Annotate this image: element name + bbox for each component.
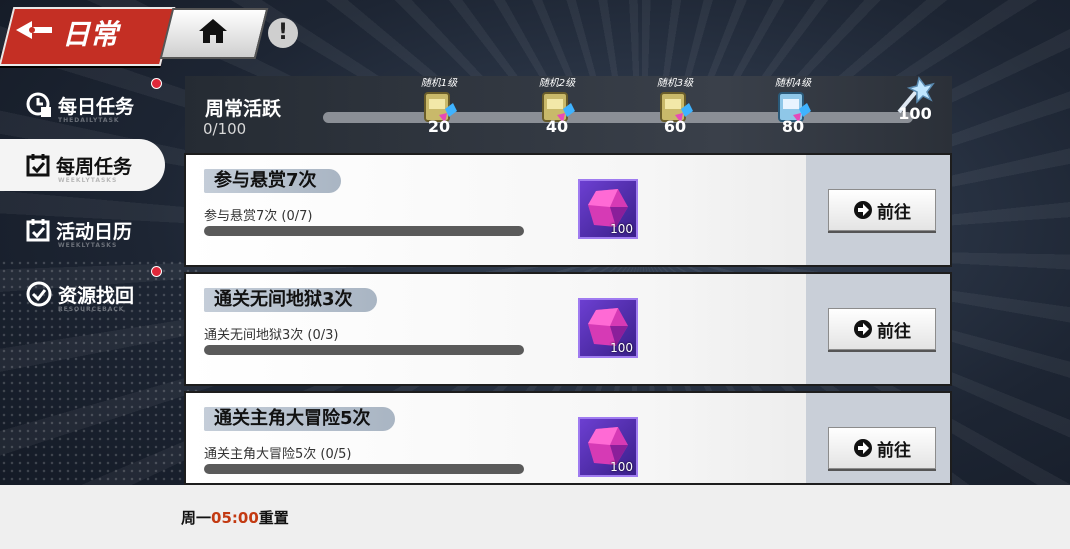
exclamation-icon: ! — [277, 20, 289, 45]
task-row: 通关主角大冒险5次 通关主角大冒险5次 (0/5) 100 前往 — [184, 391, 952, 485]
notification-dot — [151, 266, 162, 277]
weekly-activity-panel: 周常活跃 0/100 随机1级 20 随机2级 40 随机3级 60 随机4级 … — [185, 76, 952, 153]
check-circle-icon — [26, 281, 52, 307]
milestone-staff[interactable]: 100 — [885, 74, 945, 123]
milestone-chest[interactable]: 随机4级 80 — [763, 74, 823, 136]
milestone-label: 随机1级 — [420, 78, 458, 89]
activity-progress-text: 0/100 — [203, 120, 247, 138]
task-title: 参与悬赏7次 — [204, 169, 341, 193]
go-button[interactable]: 前往 — [828, 189, 936, 231]
task-title: 通关主角大冒险5次 — [204, 407, 395, 431]
info-button[interactable]: ! — [268, 18, 298, 48]
task-row: 参与悬赏7次 参与悬赏7次 (0/7) 100 前往 — [184, 153, 952, 267]
sidebar-item-label: 资源找回 — [58, 284, 135, 307]
reward-amount: 100 — [610, 222, 633, 236]
milestone-value: 40 — [545, 117, 569, 136]
go-button-label: 前往 — [877, 202, 911, 223]
task-row: 通关无间地狱3次 通关无间地狱3次 (0/3) 100 前往 — [184, 272, 952, 386]
daily-tab-label: 日常 — [62, 17, 119, 51]
sidebar-item-weekly-tasks[interactable]: 每周任务 WEEKLYTASKS — [0, 139, 165, 191]
daily-tab[interactable]: 日常 — [14, 10, 118, 55]
home-icon — [196, 17, 230, 49]
calendar-check-icon — [26, 153, 50, 177]
arrow-right-circle-icon — [854, 439, 872, 457]
task-progress-bar — [204, 345, 524, 355]
reset-time: 05:00 — [211, 509, 259, 527]
sidebar-item-label: 每周任务 — [56, 155, 133, 178]
milestone-value: 80 — [781, 117, 805, 136]
milestone-label: 随机4级 — [774, 78, 812, 89]
sidebar-item-sublabel: WEEKLYTASKS — [58, 242, 118, 249]
milestone-chest[interactable]: 随机2级 40 — [527, 74, 587, 136]
task-description: 通关无间地狱3次 (0/3) — [204, 328, 339, 343]
task-progress-bar — [204, 226, 524, 236]
milestone-chest[interactable]: 随机3级 60 — [645, 74, 705, 136]
arrow-right-circle-icon — [854, 320, 872, 338]
milestone-chest[interactable]: 随机1级 20 — [409, 74, 469, 136]
reward-gem[interactable]: 100 — [578, 417, 638, 477]
reward-gem[interactable]: 100 — [578, 179, 638, 239]
clock-calendar-icon — [26, 92, 52, 118]
go-button-label: 前往 — [877, 321, 911, 342]
back-arrow-icon — [14, 16, 54, 49]
go-button[interactable]: 前往 — [828, 427, 936, 469]
go-button-label: 前往 — [877, 440, 911, 461]
sidebar-item-sublabel: RESOURCEBACK — [58, 306, 125, 313]
task-title: 通关无间地狱3次 — [204, 288, 377, 312]
sidebar-item-sublabel: WEEKLYTASKS — [58, 177, 118, 184]
reward-amount: 100 — [610, 341, 633, 355]
sidebar-item-label: 每日任务 — [58, 95, 135, 118]
milestone-value: 20 — [427, 117, 451, 136]
reset-suffix: 重置 — [258, 509, 289, 527]
arrow-right-circle-icon — [854, 201, 872, 219]
task-description: 通关主角大冒险5次 (0/5) — [204, 447, 352, 462]
milestone-label: 随机3级 — [656, 78, 694, 89]
activity-title: 周常活跃 — [205, 98, 282, 120]
footer-bar: 周一05:00重置 — [0, 485, 1070, 549]
sidebar-item-label: 活动日历 — [56, 220, 133, 243]
milestone-label: 随机2级 — [538, 78, 576, 89]
notification-dot — [151, 78, 162, 89]
milestone-value: 60 — [663, 117, 687, 136]
go-button[interactable]: 前往 — [828, 308, 936, 350]
task-description: 参与悬赏7次 (0/7) — [204, 209, 313, 224]
sidebar-item-sublabel: THEDAILYTASK — [58, 117, 120, 124]
reset-day: 周一 — [181, 509, 212, 527]
task-progress-bar — [204, 464, 524, 474]
sidebar-item-resource-recovery[interactable]: 资源找回 RESOURCEBACK — [0, 268, 165, 320]
reward-gem[interactable]: 100 — [578, 298, 638, 358]
sidebar-item-daily-tasks[interactable]: 每日任务 THEDAILYTASK — [0, 79, 165, 131]
reset-time-text: 周一05:00重置 — [181, 507, 289, 528]
reward-amount: 100 — [610, 460, 633, 474]
sidebar-item-activity-calendar[interactable]: 活动日历 WEEKLYTASKS — [0, 204, 165, 256]
calendar-check-icon — [26, 218, 50, 242]
